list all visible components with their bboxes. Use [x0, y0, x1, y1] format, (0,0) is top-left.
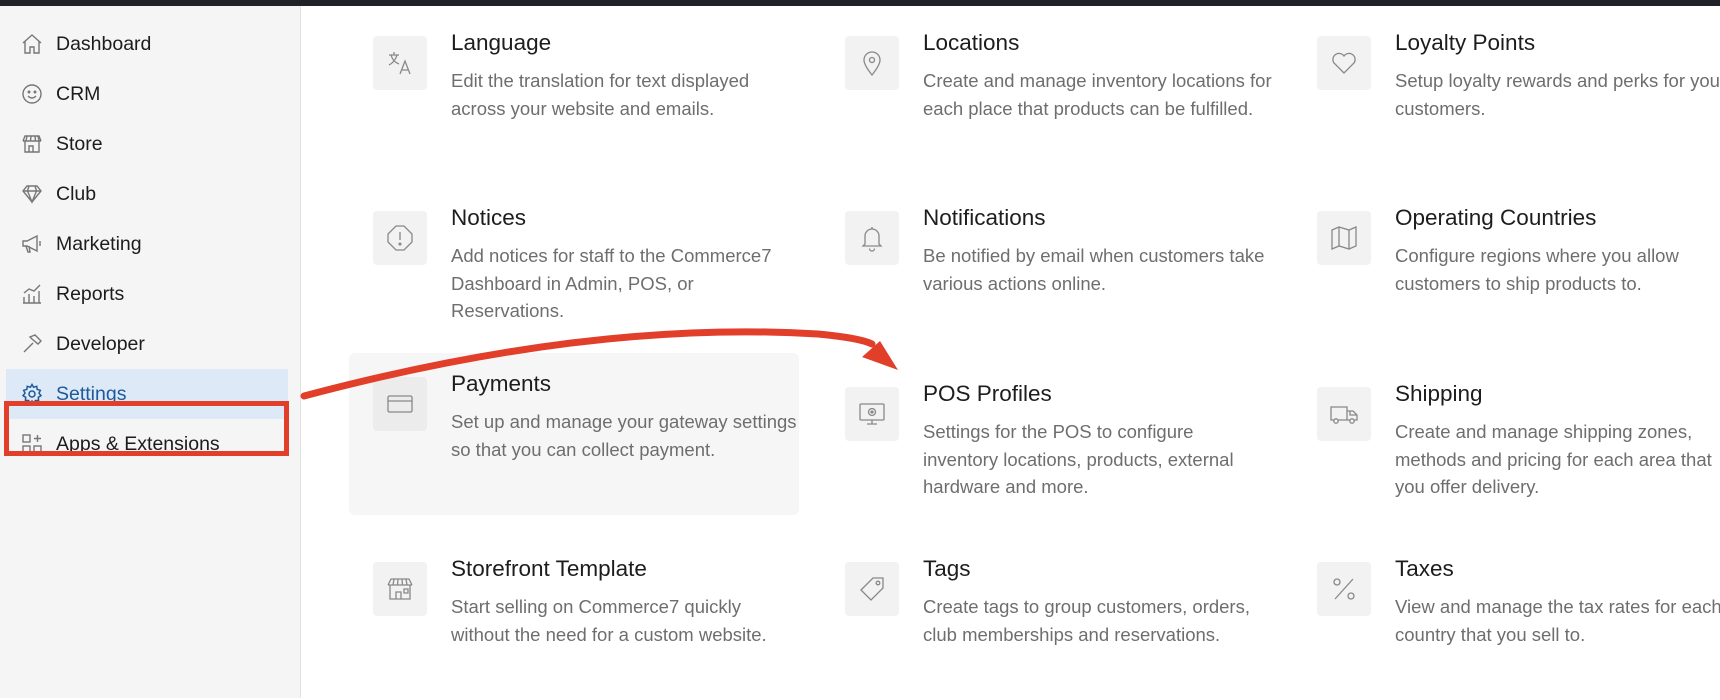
sidebar-item-club[interactable]: Club	[6, 169, 288, 219]
sidebar-item-label: Dashboard	[56, 32, 152, 55]
sidebar-item-label: Club	[56, 182, 97, 205]
card-description: Edit the translation for text displayed …	[451, 70, 750, 119]
sidebar-item-label: Apps & Extensions	[56, 432, 220, 455]
card-title: POS Profiles	[923, 381, 1052, 406]
alert-icon	[373, 211, 427, 265]
percent-icon	[1317, 562, 1371, 616]
diamond-icon	[20, 182, 44, 206]
settings-card-operating-countries[interactable]: Operating Countries Configure regions wh…	[1293, 187, 1720, 349]
card-description: Set up and manage your gateway settings …	[451, 411, 797, 460]
tag-icon	[845, 562, 899, 616]
card-title: Notices	[451, 205, 527, 230]
card-title: Shipping	[1395, 381, 1483, 406]
sidebar-item-marketing[interactable]: Marketing	[6, 219, 288, 269]
sidebar: Dashboard CRM Store Club Marketing Repor…	[0, 6, 301, 698]
card-description: Configure regions where you allow custom…	[1395, 245, 1679, 294]
storefront-icon	[20, 132, 44, 156]
card-title: Notifications	[923, 205, 1046, 230]
card-description: Create tags to group customers, orders, …	[923, 596, 1250, 645]
sidebar-item-developer[interactable]: Developer	[6, 319, 288, 369]
settings-card-locations[interactable]: Locations Create and manage inventory lo…	[821, 12, 1272, 174]
card-title: Operating Countries	[1395, 205, 1597, 230]
card-title: Taxes	[1395, 556, 1454, 581]
sidebar-item-label: Developer	[56, 332, 145, 355]
card-title: Language	[451, 30, 552, 55]
card-description: Add notices for staff to the Commerce7 D…	[451, 245, 772, 321]
chart-icon	[20, 282, 44, 306]
card-description: Setup loyalty rewards and perks for your…	[1395, 70, 1720, 119]
sidebar-item-reports[interactable]: Reports	[6, 269, 288, 319]
card-title: Payments	[451, 371, 552, 396]
sidebar-item-apps-extensions[interactable]: Apps & Extensions	[6, 419, 288, 469]
card-description: Settings for the POS to configure invent…	[923, 421, 1234, 497]
settings-card-loyalty-points[interactable]: Loyalty Points Setup loyalty rewards and…	[1293, 12, 1720, 174]
sidebar-item-settings[interactable]: Settings	[6, 369, 288, 419]
card-title: Loyalty Points	[1395, 30, 1536, 55]
sidebar-item-label: Marketing	[56, 232, 142, 255]
settings-card-storefront-template[interactable]: Storefront Template Start selling on Com…	[349, 538, 799, 700]
settings-card-notifications[interactable]: Notifications Be notified by email when …	[821, 187, 1271, 349]
map-pin-icon	[845, 36, 899, 90]
sidebar-item-label: Settings	[56, 382, 127, 405]
truck-icon	[1317, 387, 1371, 441]
translate-icon	[373, 36, 427, 90]
settings-card-payments[interactable]: Payments Set up and manage your gateway …	[349, 353, 799, 515]
sidebar-item-label: Store	[56, 132, 103, 155]
map-icon	[1317, 211, 1371, 265]
home-icon	[20, 32, 44, 56]
card-description: Create and manage shipping zones, method…	[1395, 421, 1712, 497]
monitor-icon	[845, 387, 899, 441]
sidebar-item-label: Reports	[56, 282, 125, 305]
sidebar-item-dashboard[interactable]: Dashboard	[6, 19, 288, 69]
card-description: Be notified by email when customers take…	[923, 245, 1265, 294]
card-title: Storefront Template	[451, 556, 647, 581]
settings-card-notices[interactable]: Notices Add notices for staff to the Com…	[349, 187, 799, 349]
settings-card-tags[interactable]: Tags Create tags to group customers, ord…	[821, 538, 1271, 700]
storefront-icon	[373, 562, 427, 616]
card-title: Locations	[923, 30, 1020, 55]
sidebar-item-store[interactable]: Store	[6, 119, 288, 169]
settings-card-pos-profiles[interactable]: POS Profiles Settings for the POS to con…	[821, 363, 1271, 525]
card-description: View and manage the tax rates for each c…	[1395, 596, 1720, 645]
sidebar-item-crm[interactable]: CRM	[6, 69, 288, 119]
gear-icon	[20, 382, 44, 406]
credit-card-icon	[373, 377, 427, 431]
card-title: Tags	[923, 556, 971, 581]
settings-card-taxes[interactable]: Taxes View and manage the tax rates for …	[1293, 538, 1720, 700]
megaphone-icon	[20, 232, 44, 256]
apps-icon	[20, 432, 44, 456]
card-description: Create and manage inventory locations fo…	[923, 70, 1272, 119]
heart-icon	[1317, 36, 1371, 90]
card-description: Start selling on Commerce7 quickly witho…	[451, 596, 767, 645]
settings-card-language[interactable]: Language Edit the translation for text d…	[349, 12, 799, 174]
smiley-icon	[20, 82, 44, 106]
bell-icon	[845, 211, 899, 265]
sidebar-item-label: CRM	[56, 82, 101, 105]
hammer-icon	[20, 332, 44, 356]
settings-card-shipping[interactable]: Shipping Create and manage shipping zone…	[1293, 363, 1720, 525]
